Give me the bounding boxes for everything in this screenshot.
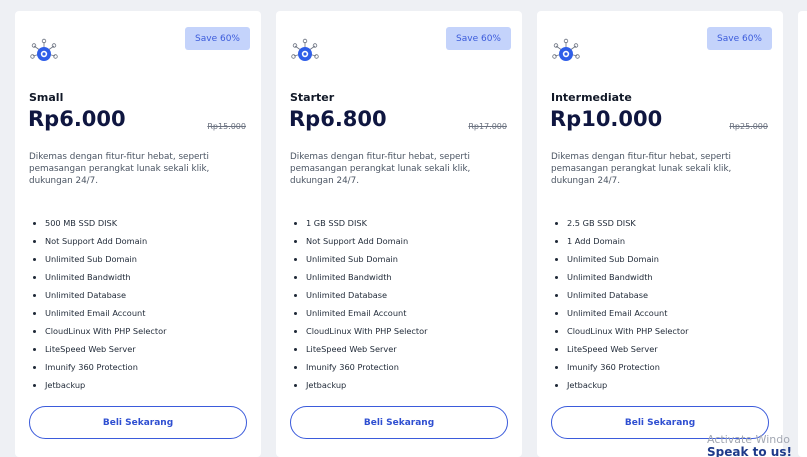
- plan-name: Small: [29, 91, 64, 104]
- feature-item: Unlimited Sub Domain: [29, 250, 249, 268]
- feature-item: LiteSpeed Web Server: [551, 340, 771, 358]
- feature-item: Unlimited Bandwidth: [551, 268, 771, 286]
- feature-item: 500 MB SSD DISK: [29, 214, 249, 232]
- feature-item: Unlimited Email Account: [551, 304, 771, 322]
- network-hub-icon: [291, 38, 319, 61]
- chat-widget-label[interactable]: Speak to us!: [707, 445, 792, 457]
- feature-item: Unlimited Bandwidth: [290, 268, 510, 286]
- feature-item: Not Support Add Domain: [29, 232, 249, 250]
- feature-item: CloudLinux With PHP Selector: [551, 322, 771, 340]
- feature-item: Unlimited Sub Domain: [551, 250, 771, 268]
- feature-item: Jetbackup: [29, 376, 249, 394]
- pricing-card-intermediate: Save 60% Intermediate Rp10.000 Rp25.000 …: [537, 11, 783, 457]
- feature-item: Unlimited Database: [29, 286, 249, 304]
- feature-item: Jetbackup: [551, 376, 771, 394]
- pricing-card-small: Save 60% Small Rp6.000 Rp15.000 Dikemas …: [15, 11, 261, 457]
- feature-list: 1 GB SSD DISK Not Support Add Domain Unl…: [290, 214, 510, 394]
- buy-now-button[interactable]: Beli Sekarang: [290, 406, 508, 439]
- feature-item: Unlimited Bandwidth: [29, 268, 249, 286]
- feature-item: Unlimited Email Account: [29, 304, 249, 322]
- plan-description: Dikemas dengan fitur-fitur hebat, sepert…: [551, 152, 732, 186]
- feature-item: Not Support Add Domain: [290, 232, 510, 250]
- save-badge: Save 60%: [446, 27, 511, 50]
- buy-now-button[interactable]: Beli Sekarang: [29, 406, 247, 439]
- feature-item: Imunify 360 Protection: [290, 358, 510, 376]
- plan-price: Rp10.000: [550, 107, 663, 131]
- save-badge: Save 60%: [185, 27, 250, 50]
- feature-item: Unlimited Database: [551, 286, 771, 304]
- plan-name: Starter: [290, 91, 335, 104]
- plan-description: Dikemas dengan fitur-fitur hebat, sepert…: [29, 152, 210, 186]
- pricing-card-partial: [798, 11, 807, 457]
- feature-item: Unlimited Sub Domain: [290, 250, 510, 268]
- pricing-card-starter: Save 60% Starter Rp6.800 Rp17.000 Dikema…: [276, 11, 522, 457]
- feature-list: 500 MB SSD DISK Not Support Add Domain U…: [29, 214, 249, 394]
- network-hub-icon: [30, 38, 58, 61]
- plan-price: Rp6.000: [28, 107, 126, 131]
- feature-item: 1 GB SSD DISK: [290, 214, 510, 232]
- feature-item: 2.5 GB SSD DISK: [551, 214, 771, 232]
- feature-item: Jetbackup: [290, 376, 510, 394]
- plan-old-price: Rp17.000: [468, 122, 507, 131]
- feature-item: Imunify 360 Protection: [551, 358, 771, 376]
- feature-item: Imunify 360 Protection: [29, 358, 249, 376]
- feature-item: CloudLinux With PHP Selector: [29, 322, 249, 340]
- network-hub-icon: [552, 38, 580, 61]
- plan-old-price: Rp25.000: [729, 122, 768, 131]
- feature-item: CloudLinux With PHP Selector: [290, 322, 510, 340]
- feature-item: Unlimited Email Account: [290, 304, 510, 322]
- feature-item: Unlimited Database: [290, 286, 510, 304]
- feature-item: LiteSpeed Web Server: [29, 340, 249, 358]
- plan-name: Intermediate: [551, 91, 632, 104]
- feature-item: LiteSpeed Web Server: [290, 340, 510, 358]
- plan-description: Dikemas dengan fitur-fitur hebat, sepert…: [290, 152, 471, 186]
- feature-list: 2.5 GB SSD DISK 1 Add Domain Unlimited S…: [551, 214, 771, 394]
- plan-price: Rp6.800: [289, 107, 387, 131]
- feature-item: 1 Add Domain: [551, 232, 771, 250]
- plan-old-price: Rp15.000: [207, 122, 246, 131]
- save-badge: Save 60%: [707, 27, 772, 50]
